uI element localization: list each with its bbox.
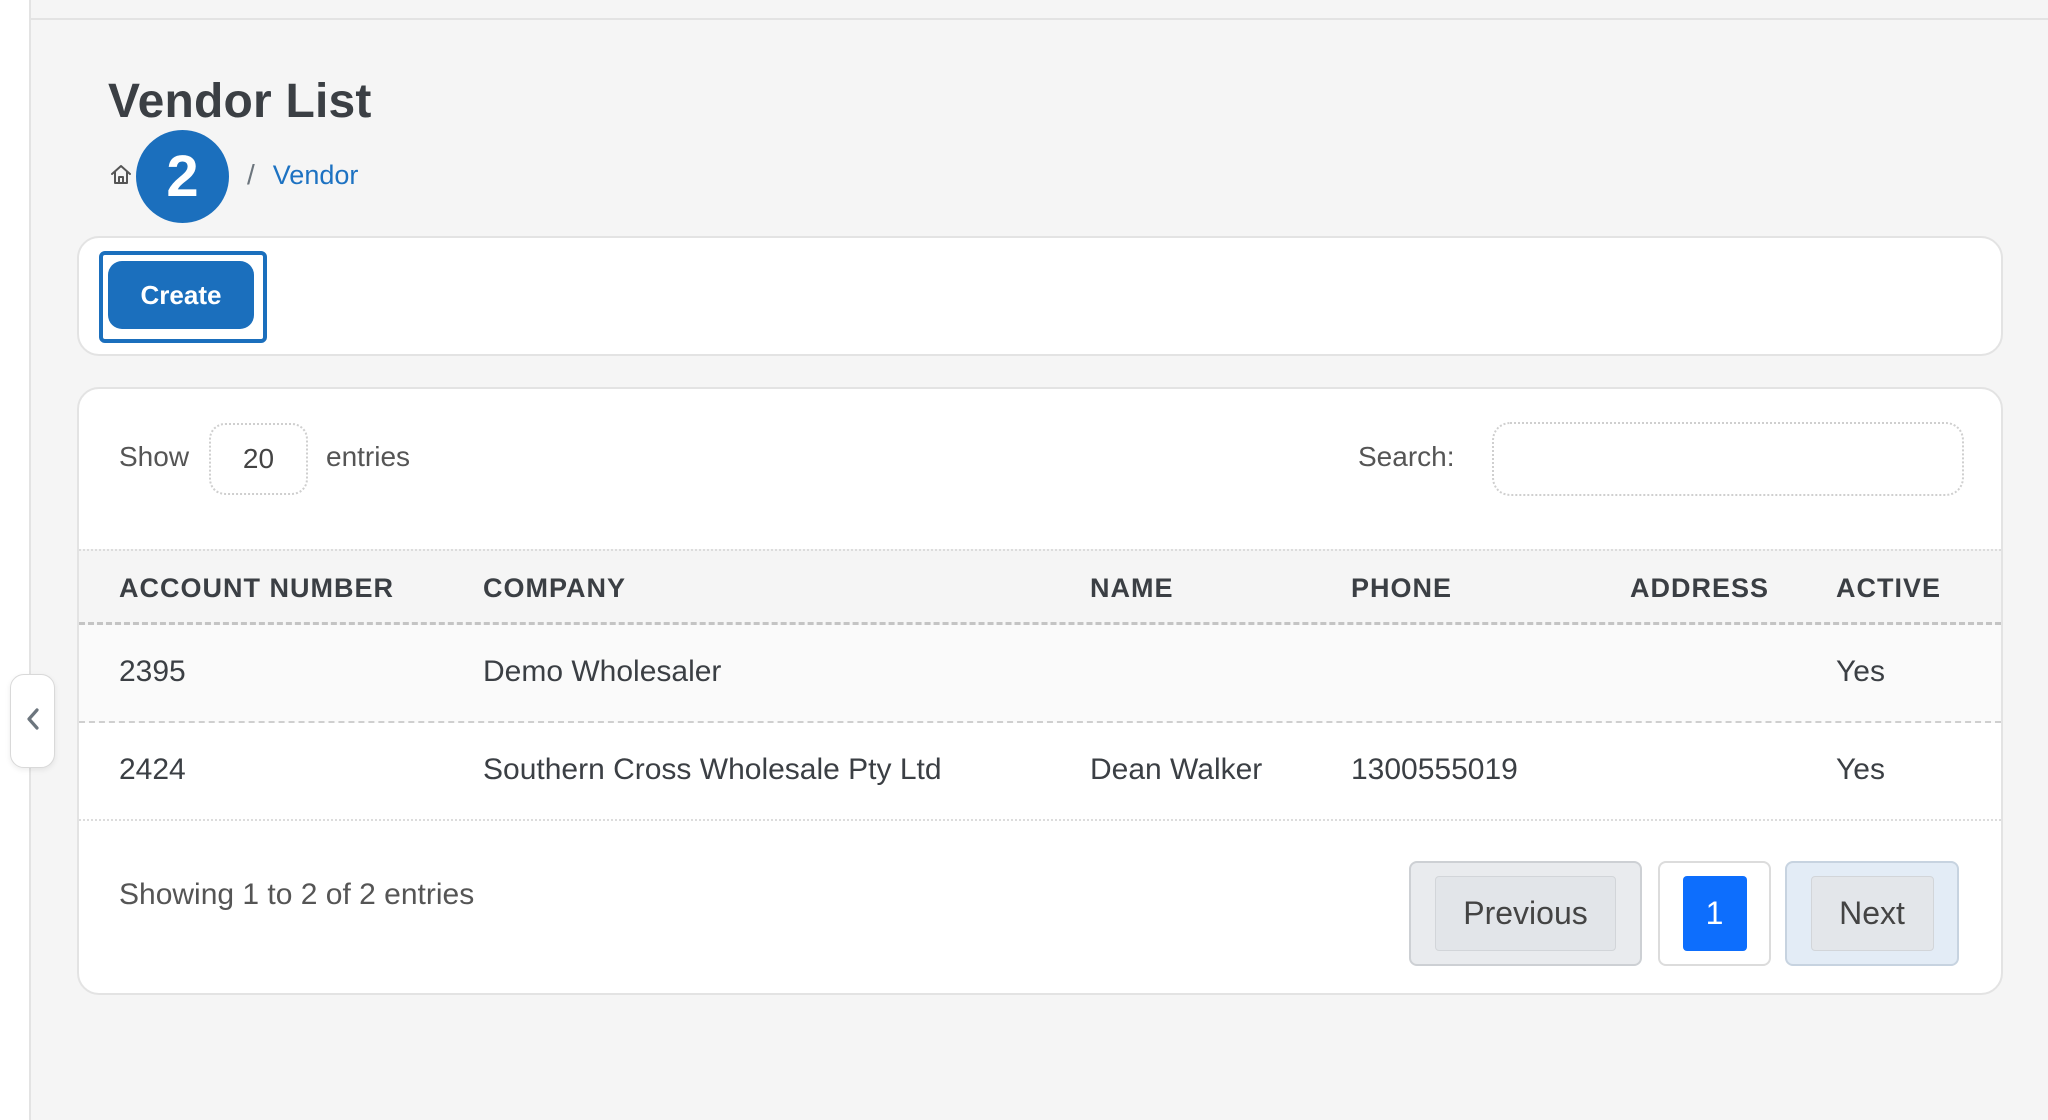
chevron-left-icon <box>24 706 42 737</box>
pagination-page-1[interactable]: 1 <box>1658 861 1771 966</box>
create-card: Create <box>77 236 2003 356</box>
cell-active: Yes <box>1836 655 1885 688</box>
column-header-active[interactable]: ACTIVE <box>1836 573 1941 604</box>
search-label: Search: <box>1358 441 1455 472</box>
vendor-table-card: Show 20 entries Search: ACCOUNT NUMBER C… <box>77 387 2003 995</box>
cell-account-number: 2424 <box>119 753 186 786</box>
pagination-previous[interactable]: Previous <box>1409 861 1642 966</box>
pagination-next-label[interactable]: Next <box>1810 876 1934 951</box>
column-header-company[interactable]: COMPANY <box>483 573 626 604</box>
home-icon[interactable] <box>108 162 134 188</box>
cell-company: Demo Wholesaler <box>483 655 722 688</box>
breadcrumb-vendor-link[interactable]: Vendor <box>273 160 359 191</box>
show-label: Show <box>119 441 190 472</box>
pagination-page-1-label[interactable]: 1 <box>1682 876 1747 951</box>
pagination-previous-label[interactable]: Previous <box>1435 876 1616 951</box>
column-header-address[interactable]: ADDRESS <box>1630 573 1769 604</box>
table-info: Showing 1 to 2 of 2 entries <box>119 878 475 911</box>
table-row[interactable]: 2424 Southern Cross Wholesale Pty Ltd De… <box>79 723 2001 821</box>
page-title: Vendor List <box>108 75 372 128</box>
cell-name: Dean Walker <box>1090 753 1263 786</box>
table-row[interactable]: 2395 Demo Wholesaler Yes <box>79 625 2001 723</box>
search-input[interactable] <box>1492 422 1964 496</box>
breadcrumb-separator: / <box>247 159 255 190</box>
create-button[interactable]: Create <box>108 261 254 329</box>
step-badge: 2 <box>136 130 229 223</box>
entries-label: entries <box>326 441 411 472</box>
left-sidebar-rail <box>0 0 31 1120</box>
sidebar-collapse-toggle[interactable] <box>10 674 55 768</box>
table-header: ACCOUNT NUMBER COMPANY NAME PHONE ADDRES… <box>79 549 2001 625</box>
column-header-account-number[interactable]: ACCOUNT NUMBER <box>119 573 394 604</box>
entries-per-page-select[interactable]: 20 <box>209 423 308 495</box>
pagination-next[interactable]: Next <box>1785 861 1959 966</box>
top-bar <box>31 0 2048 20</box>
cell-account-number: 2395 <box>119 655 186 688</box>
column-header-phone[interactable]: PHONE <box>1351 573 1452 604</box>
cell-active: Yes <box>1836 753 1885 786</box>
cell-phone: 1300555019 <box>1351 753 1518 786</box>
column-header-name[interactable]: NAME <box>1090 573 1174 604</box>
cell-company: Southern Cross Wholesale Pty Ltd <box>483 753 942 786</box>
